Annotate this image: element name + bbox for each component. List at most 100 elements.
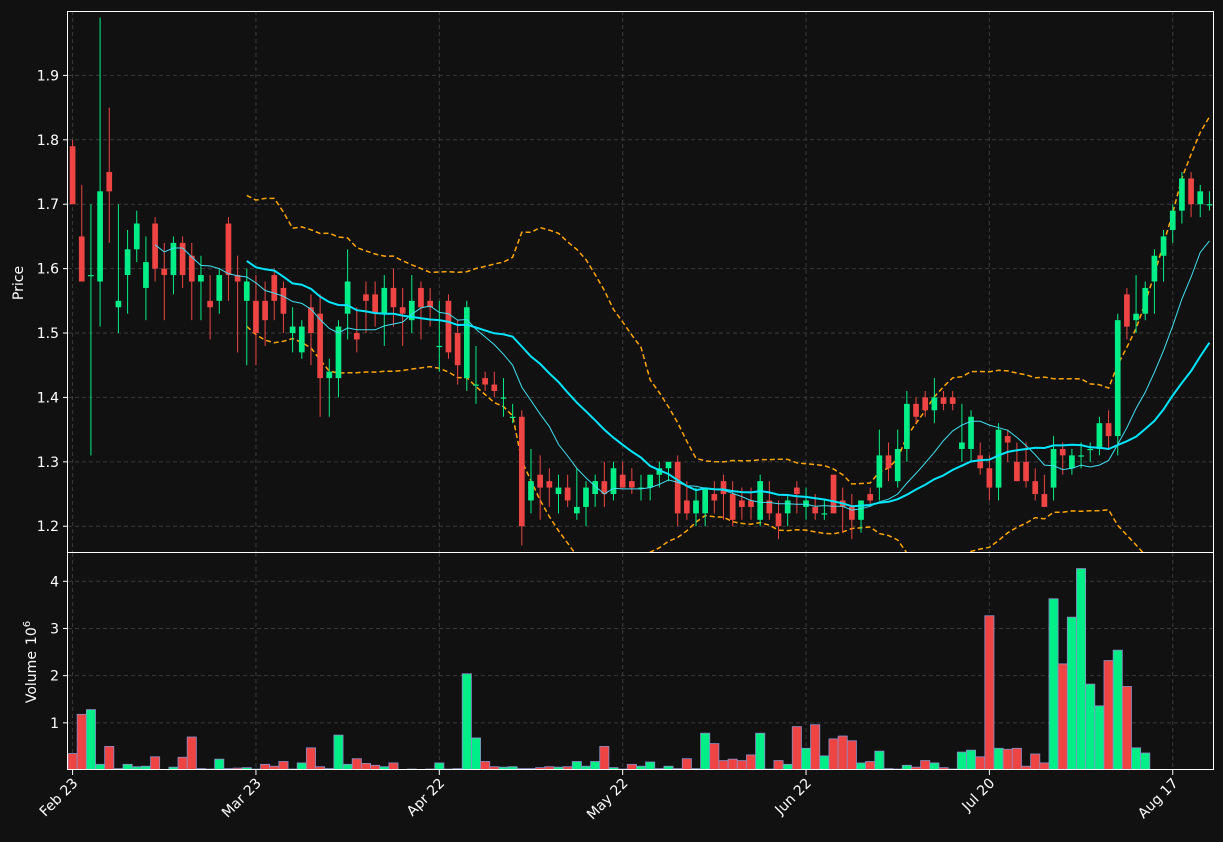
volume-bar bbox=[1140, 752, 1151, 770]
volume-bar bbox=[214, 758, 225, 770]
volume-bar bbox=[837, 735, 848, 770]
candle-body bbox=[271, 275, 278, 301]
candle-body bbox=[436, 345, 443, 348]
candle-body bbox=[1041, 494, 1048, 507]
volume-bar bbox=[865, 761, 876, 770]
candle-body bbox=[78, 236, 85, 282]
candle-body bbox=[959, 442, 965, 449]
candle-body bbox=[418, 287, 424, 308]
volume-bar bbox=[929, 762, 940, 770]
candle-body bbox=[1023, 461, 1029, 482]
volume-tick-label: 3 bbox=[50, 621, 59, 637]
candle-body bbox=[262, 300, 268, 321]
candle-body bbox=[876, 455, 883, 488]
candle-body bbox=[69, 146, 76, 205]
candle-body bbox=[326, 371, 333, 379]
candle-body bbox=[940, 397, 947, 404]
candle-body bbox=[775, 513, 782, 527]
candle-body bbox=[372, 294, 378, 314]
candle-body bbox=[674, 461, 681, 514]
candle-body bbox=[1160, 236, 1167, 256]
candle-body bbox=[1197, 191, 1204, 205]
candle-body bbox=[399, 307, 406, 314]
candle-body bbox=[729, 494, 736, 520]
volume-bar bbox=[1076, 568, 1087, 770]
candle-body bbox=[583, 487, 589, 507]
candle-body bbox=[922, 397, 929, 411]
candle-body bbox=[473, 384, 479, 386]
candle-body bbox=[106, 172, 113, 192]
volume-bar bbox=[975, 756, 986, 770]
candle-body bbox=[555, 487, 562, 495]
candle-body bbox=[537, 474, 543, 488]
price-tick-label: 1.9 bbox=[37, 68, 59, 84]
volume-bar bbox=[186, 736, 197, 770]
candle-body bbox=[1087, 448, 1094, 451]
volume-bar bbox=[1131, 747, 1142, 770]
price-tick-label: 1.7 bbox=[37, 197, 59, 213]
volume-bar bbox=[571, 761, 582, 770]
volume-bar bbox=[278, 761, 289, 770]
candle-body bbox=[390, 287, 397, 308]
price-tick-label: 1.5 bbox=[37, 326, 59, 342]
volume-bar bbox=[590, 761, 601, 770]
candle-body bbox=[1151, 255, 1158, 282]
volume-bar bbox=[434, 762, 445, 770]
candle-body bbox=[115, 300, 122, 308]
candle-body bbox=[748, 500, 754, 507]
price-tick-label: 1.2 bbox=[37, 519, 59, 535]
candle-body bbox=[665, 461, 672, 469]
candle-body bbox=[546, 481, 553, 488]
candle-body bbox=[1133, 313, 1139, 321]
price-tick-label: 1.4 bbox=[37, 390, 59, 406]
candle-body bbox=[124, 249, 131, 276]
volume-bar bbox=[718, 760, 729, 770]
volume-bar bbox=[1085, 683, 1096, 770]
candle-body bbox=[207, 300, 213, 308]
candle-body bbox=[518, 416, 525, 527]
volume-bar bbox=[681, 758, 692, 770]
candle-body bbox=[931, 397, 938, 411]
candle-body bbox=[739, 500, 745, 507]
volume-bar bbox=[920, 760, 931, 770]
volume-bar bbox=[709, 743, 720, 770]
volume-tick-label: 4 bbox=[50, 574, 59, 590]
candle-body bbox=[225, 223, 232, 276]
candle-body bbox=[619, 474, 626, 488]
volume-bar bbox=[1103, 660, 1114, 770]
volume-axis-label-power: 6 bbox=[22, 621, 33, 627]
volume-bar bbox=[1121, 686, 1132, 770]
volume-axis-label: Volume 106 bbox=[22, 621, 40, 703]
candle-body bbox=[986, 468, 993, 488]
candle-body bbox=[1114, 320, 1121, 437]
volume-bar bbox=[85, 709, 96, 770]
volume-bar bbox=[755, 732, 766, 770]
volume-bar bbox=[1048, 598, 1059, 770]
candle-body bbox=[913, 403, 919, 417]
candle-body bbox=[353, 333, 360, 340]
volume-bar bbox=[76, 713, 87, 770]
candle-body bbox=[1179, 178, 1185, 211]
candle-body bbox=[830, 474, 837, 514]
candle-body bbox=[298, 326, 305, 353]
candle-body bbox=[280, 287, 287, 314]
volume-bar bbox=[801, 747, 812, 770]
volume-bar bbox=[296, 762, 307, 770]
candle-body bbox=[216, 275, 223, 301]
volume-bar bbox=[993, 747, 1004, 770]
volume-bar bbox=[1002, 748, 1013, 770]
candle-body bbox=[317, 313, 323, 379]
candle-body bbox=[794, 487, 800, 495]
candlestick-chart: 1.21.31.41.51.61.71.81.9 1234 Feb 23 Mar … bbox=[0, 0, 1223, 842]
candle-body bbox=[1059, 448, 1066, 456]
candle-body bbox=[97, 191, 103, 282]
candle-body bbox=[1078, 455, 1084, 457]
volume-bar bbox=[333, 734, 344, 770]
volume-tick-label: 2 bbox=[50, 669, 59, 685]
candle-body bbox=[335, 326, 342, 379]
candle-body bbox=[243, 281, 250, 301]
candle-body bbox=[949, 397, 956, 404]
volume-bar bbox=[956, 751, 967, 770]
volume-bar bbox=[1112, 649, 1123, 770]
volume-tick-label: 1 bbox=[50, 716, 59, 732]
